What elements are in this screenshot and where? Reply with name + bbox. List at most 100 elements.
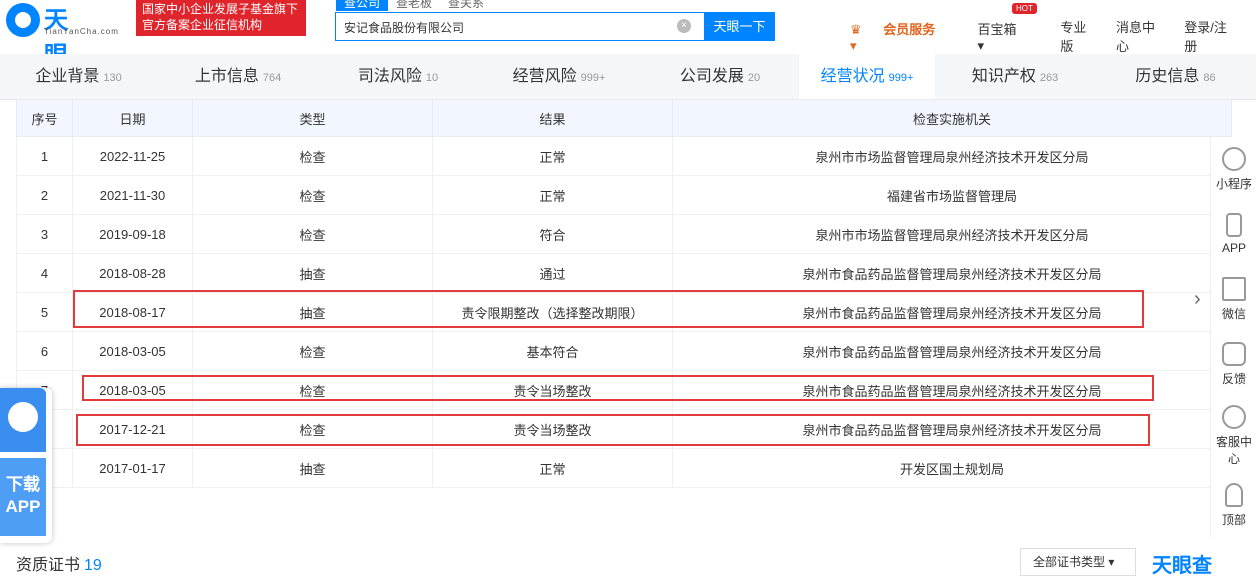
app-button[interactable]: APP bbox=[1211, 213, 1256, 255]
tab-count: 10 bbox=[425, 72, 439, 84]
search-tab-relation[interactable]: 查关系 bbox=[440, 0, 492, 11]
cell-agency[interactable]: 泉州市市场监督管理局泉州经济技术开发区分局 bbox=[672, 136, 1232, 176]
badge-line-2: 官方备案企业征信机构 bbox=[142, 18, 263, 32]
section-count: 19 bbox=[84, 557, 102, 574]
download-line-2: APP bbox=[5, 497, 41, 516]
certificate-type-select[interactable]: 全部证书类型 ▾ bbox=[1020, 548, 1136, 576]
tab-count: 86 bbox=[1203, 72, 1216, 84]
top-nav: ♛ 会员服务 ▾ 百宝箱 ▾ 专业版 消息中心 登录/注册 bbox=[850, 17, 1256, 55]
customer-service-button[interactable]: 客服中心 bbox=[1211, 405, 1256, 467]
toolbox-link[interactable]: 百宝箱 ▾ bbox=[978, 19, 1043, 54]
rb-label: 微信 bbox=[1221, 307, 1246, 321]
search-input[interactable]: 安记食品股份有限公司 bbox=[335, 12, 705, 41]
login-register-link[interactable]: 登录/注册 bbox=[1184, 17, 1238, 55]
tab-label: 经营风险 bbox=[512, 68, 577, 85]
cell-result: 符合 bbox=[432, 214, 673, 254]
cell-type: 检查 bbox=[192, 175, 433, 215]
cell-agency[interactable]: 泉州市食品药品监督管理局泉州经济技术开发区分局 bbox=[672, 253, 1232, 293]
section-title-text: 资质证书 bbox=[16, 557, 81, 574]
cell-result: 正常 bbox=[432, 175, 673, 215]
cell-index: 3 bbox=[16, 214, 73, 254]
wechat-button[interactable]: 微信 bbox=[1211, 277, 1256, 322]
app-logo-icon bbox=[8, 402, 38, 432]
mini-program-button[interactable]: 小程序 bbox=[1211, 147, 1256, 192]
tab-intellectual-property[interactable]: 知识产权 263 bbox=[935, 54, 1095, 100]
search-button[interactable]: 天眼一下 bbox=[704, 12, 775, 41]
cell-agency[interactable]: 福建省市场监督管理局 bbox=[672, 175, 1232, 215]
table-row: 4 2018-08-28 抽查 通过 泉州市食品药品监督管理局泉州经济技术开发区分局 bbox=[16, 253, 1232, 293]
highlight-box-row-7 bbox=[82, 375, 1154, 401]
cell-date: 2019-09-18 bbox=[72, 214, 193, 254]
tab-company-development[interactable]: 公司发展 20 bbox=[641, 54, 799, 100]
col-header-date: 日期 bbox=[72, 99, 193, 137]
search-tab-boss[interactable]: 查老板 bbox=[388, 0, 440, 11]
top-header: 天眼查 TianYanCha.com 国家中小企业发展子基金旗下 官方备案企业征… bbox=[0, 0, 1256, 104]
select-value: 全部证书类型 bbox=[1033, 555, 1106, 569]
hot-badge: HOT bbox=[1012, 3, 1037, 14]
table-row: 3 2019-09-18 检查 符合 泉州市市场监督管理局泉州经济技术开发区分局 bbox=[16, 214, 1232, 254]
table-row: 92017-01-17抽查正常开发区国土规划局 bbox=[16, 448, 1232, 488]
tab-label: 经营状况 bbox=[820, 68, 885, 85]
headset-icon bbox=[1222, 405, 1246, 429]
footer-logo-text: 天眼查 bbox=[1152, 555, 1212, 577]
col-header-index: 序号 bbox=[16, 99, 73, 137]
mini-program-icon bbox=[1222, 147, 1246, 171]
tab-label: 知识产权 bbox=[971, 68, 1036, 85]
cell-type: 抽查 bbox=[192, 448, 433, 488]
tab-count: 999+ bbox=[580, 72, 606, 84]
tab-business-background[interactable]: 企业背景 130 bbox=[0, 54, 157, 100]
footer-logo: 天眼查 bbox=[1152, 549, 1212, 578]
cell-result: 通过 bbox=[432, 253, 673, 293]
rb-label: 小程序 bbox=[1215, 177, 1252, 191]
table-header-row: 序号 日期 类型 结果 检查实施机关 bbox=[16, 99, 1232, 137]
chevron-right-icon[interactable]: › bbox=[1194, 288, 1201, 311]
download-app-widget[interactable]: 下载 APP bbox=[0, 388, 52, 543]
cell-type: 检查 bbox=[192, 214, 433, 254]
section-tabs: 企业背景 130 上市信息 764 司法风险 10 经营风险 999+ 公司发展 20 经… bbox=[0, 54, 1256, 100]
table-row: 6 2018-03-05 检查 基本符合 泉州市食品药品监督管理局泉州经济技术开发区分局 bbox=[16, 331, 1232, 371]
official-badge: 国家中小企业发展子基金旗下 官方备案企业征信机构 bbox=[136, 0, 306, 36]
tab-count: 20 bbox=[747, 72, 761, 84]
rb-label: 顶部 bbox=[1221, 513, 1246, 527]
highlight-box-row-5 bbox=[73, 290, 1144, 328]
rocket-icon bbox=[1225, 483, 1243, 507]
cell-agency[interactable]: 泉州市市场监督管理局泉州经济技术开发区分局 bbox=[672, 214, 1232, 254]
cell-date: 2018-08-28 bbox=[72, 253, 193, 293]
cell-date: 2017-01-17 bbox=[72, 448, 193, 488]
phone-icon bbox=[1226, 213, 1242, 237]
back-to-top-button[interactable]: 顶部 bbox=[1211, 483, 1256, 528]
qrcode-icon bbox=[1222, 277, 1246, 301]
cell-index: 1 bbox=[16, 136, 73, 176]
clear-icon[interactable]: × bbox=[677, 19, 691, 33]
cell-date: 2021-11-30 bbox=[72, 175, 193, 215]
tab-operation-status[interactable]: 经营状况 999+ bbox=[799, 54, 935, 100]
search-tab-company[interactable]: 查公司 bbox=[336, 0, 389, 11]
certificate-section-title: 资质证书 19 bbox=[16, 551, 102, 575]
feedback-button[interactable]: 反馈 bbox=[1211, 342, 1256, 387]
cell-index: 4 bbox=[16, 253, 73, 293]
tab-listing-info[interactable]: 上市信息 764 bbox=[157, 54, 319, 100]
message-center-link[interactable]: 消息中心 bbox=[1116, 17, 1166, 55]
cell-result: 正常 bbox=[432, 136, 673, 176]
chat-icon bbox=[1222, 342, 1246, 366]
cell-result: 基本符合 bbox=[432, 331, 673, 371]
col-header-agency: 检查实施机关 bbox=[672, 99, 1232, 137]
tab-count: 130 bbox=[103, 72, 122, 84]
tab-label: 历史信息 bbox=[1135, 68, 1200, 85]
tab-operation-risk[interactable]: 经营风险 999+ bbox=[477, 54, 641, 100]
cell-agency[interactable]: 开发区国土规划局 bbox=[672, 448, 1232, 488]
logo-icon bbox=[6, 3, 40, 37]
highlight-box-row-8 bbox=[76, 414, 1150, 446]
right-float-bar: 小程序 APP 微信 反馈 客服中心 顶部 bbox=[1210, 137, 1256, 537]
vip-service-link[interactable]: ♛ 会员服务 ▾ bbox=[850, 19, 960, 54]
tab-judicial-risk[interactable]: 司法风险 10 bbox=[319, 54, 477, 100]
pro-version-link[interactable]: 专业版 bbox=[1060, 17, 1098, 55]
table-row: 1 2022-11-25 检查 正常 泉州市市场监督管理局泉州经济技术开发区分局 bbox=[16, 136, 1232, 176]
tab-count: 999+ bbox=[888, 72, 914, 84]
download-app-top bbox=[0, 388, 46, 452]
rb-label: 反馈 bbox=[1221, 372, 1246, 386]
cell-agency[interactable]: 泉州市食品药品监督管理局泉州经济技术开发区分局 bbox=[672, 331, 1232, 371]
tab-label: 上市信息 bbox=[194, 68, 259, 85]
crown-icon: ♛ bbox=[850, 21, 866, 37]
tab-history-info[interactable]: 历史信息 86 bbox=[1095, 54, 1256, 100]
